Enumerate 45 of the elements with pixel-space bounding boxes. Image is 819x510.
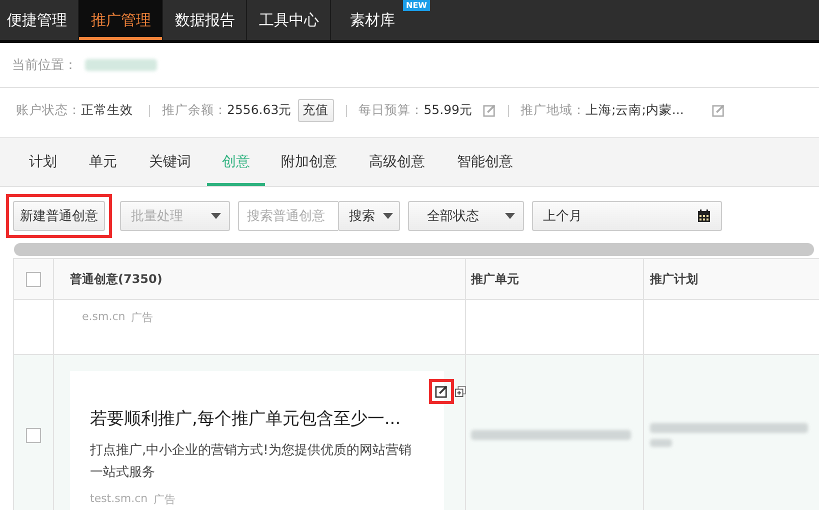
account-field-label: 推广余额：: [162, 102, 227, 119]
ad-description: 打点推广,中小企业的营销方式!为您提供优质的网站营销一站式服务: [90, 442, 412, 482]
tab[interactable]: 智能创意: [441, 138, 529, 186]
ad-url: e.sm.cn: [82, 310, 126, 325]
account-field-label: 每日预算：: [358, 102, 424, 119]
tab[interactable]: 关键词: [133, 138, 207, 186]
recharge-button[interactable]: 充值: [298, 99, 334, 122]
nav-item[interactable]: 素材库: [331, 0, 406, 40]
edit-icon[interactable]: [435, 385, 448, 398]
ad-label: 广告: [154, 492, 176, 507]
horizontal-scrollbar[interactable]: [14, 243, 814, 256]
breadcrumb-label: 当前位置：: [12, 57, 77, 74]
nav-item[interactable]: 推广管理: [79, 0, 163, 40]
new-badge: NEW: [403, 0, 430, 11]
new-creative-button[interactable]: 新建普通创意: [13, 201, 105, 231]
redacted-text: [650, 439, 672, 447]
search-button[interactable]: 搜索: [338, 201, 400, 231]
tab[interactable]: 计划: [13, 138, 73, 186]
account-field-label: 账户状态：: [16, 102, 81, 119]
column-header: 推广单元: [471, 270, 519, 288]
tab[interactable]: 高级创意: [353, 138, 441, 186]
caret-icon: [383, 213, 393, 219]
nav-item[interactable]: 数据报告: [163, 0, 247, 40]
select-all-checkbox[interactable]: [26, 272, 41, 286]
column-header: 推广计划: [650, 270, 698, 288]
status-dropdown[interactable]: 全部状态: [408, 201, 524, 231]
row-checkbox[interactable]: [26, 428, 41, 442]
caret-icon: [211, 213, 221, 219]
tab[interactable]: 单元: [73, 138, 133, 186]
caret-icon: [505, 213, 515, 219]
calendar-icon: [697, 209, 711, 223]
ad-label: 广告: [131, 310, 154, 325]
date-picker[interactable]: 上个月: [532, 201, 722, 231]
account-field-value: 正常生效: [81, 102, 133, 119]
account-field-value: 上海;云南;内蒙...: [586, 102, 684, 119]
copy-plus-icon[interactable]: [455, 386, 466, 397]
account-field-value: 2556.63元: [227, 102, 292, 119]
account-field-value: 55.99元: [424, 102, 472, 119]
tab[interactable]: 附加创意: [265, 138, 353, 186]
nav-item[interactable]: 工具中心: [247, 0, 331, 40]
search-field[interactable]: 搜索普通创意: [238, 201, 338, 231]
ad-title: 若要顺利推广,每个推广单元包含至少一...: [90, 408, 402, 430]
ad-url: test.sm.cn: [90, 492, 148, 507]
column-header: 普通创意(7350): [70, 270, 162, 288]
account-field-label: 推广地域：: [520, 102, 586, 119]
